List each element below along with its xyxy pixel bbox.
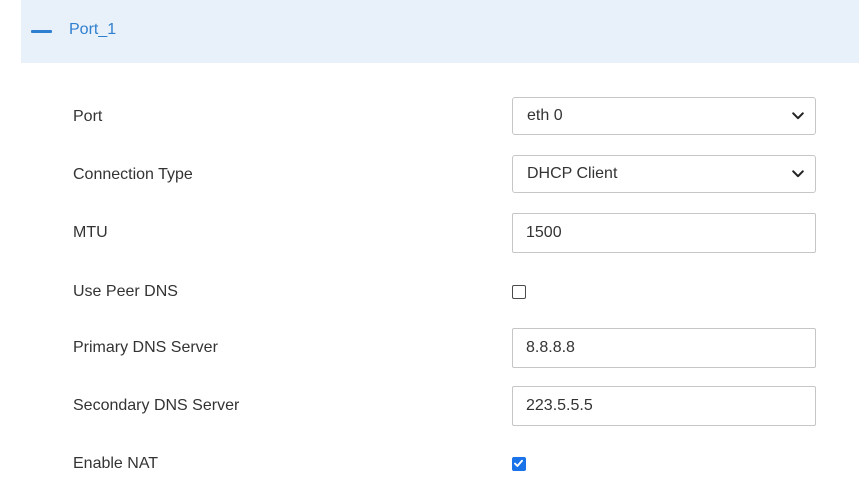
secondary-dns-row: Secondary DNS Server 223.5.5.5 — [0, 386, 859, 426]
use-peer-dns-row: Use Peer DNS — [0, 272, 859, 312]
connection-type-select-value: DHCP Client — [527, 165, 618, 182]
use-peer-dns-label: Use Peer DNS — [73, 283, 178, 300]
connection-type-label: Connection Type — [73, 166, 193, 183]
secondary-dns-input-value: 223.5.5.5 — [526, 397, 593, 414]
enable-nat-row: Enable NAT — [0, 444, 859, 484]
connection-type-select[interactable]: DHCP Client — [512, 155, 816, 193]
port-select-value: eth 0 — [527, 107, 563, 124]
connection-type-row: Connection Type DHCP Client — [0, 155, 859, 195]
section-header-port-1[interactable]: Port_1 — [21, 0, 859, 63]
enable-nat-checkbox[interactable] — [512, 457, 526, 471]
port-settings-panel: Port_1 Port eth 0 Connection Type DHCP C… — [0, 0, 859, 492]
enable-nat-label: Enable NAT — [73, 455, 159, 472]
minus-icon[interactable] — [31, 24, 53, 38]
mtu-label: MTU — [73, 224, 108, 241]
port-select[interactable]: eth 0 — [512, 97, 816, 135]
port-label: Port — [73, 108, 103, 125]
chevron-down-icon — [792, 112, 804, 120]
section-title[interactable]: Port_1 — [69, 21, 116, 39]
primary-dns-input-value: 8.8.8.8 — [526, 339, 575, 356]
port-row: Port eth 0 — [0, 97, 859, 137]
mtu-input[interactable]: 1500 — [512, 213, 816, 253]
primary-dns-label: Primary DNS Server — [73, 339, 218, 356]
chevron-down-icon — [792, 170, 804, 178]
primary-dns-row: Primary DNS Server 8.8.8.8 — [0, 328, 859, 368]
use-peer-dns-checkbox[interactable] — [512, 285, 526, 299]
mtu-row: MTU 1500 — [0, 213, 859, 253]
secondary-dns-input[interactable]: 223.5.5.5 — [512, 386, 816, 426]
mtu-input-value: 1500 — [526, 224, 562, 241]
primary-dns-input[interactable]: 8.8.8.8 — [512, 328, 816, 368]
secondary-dns-label: Secondary DNS Server — [73, 397, 240, 414]
checkmark-icon — [514, 459, 523, 467]
